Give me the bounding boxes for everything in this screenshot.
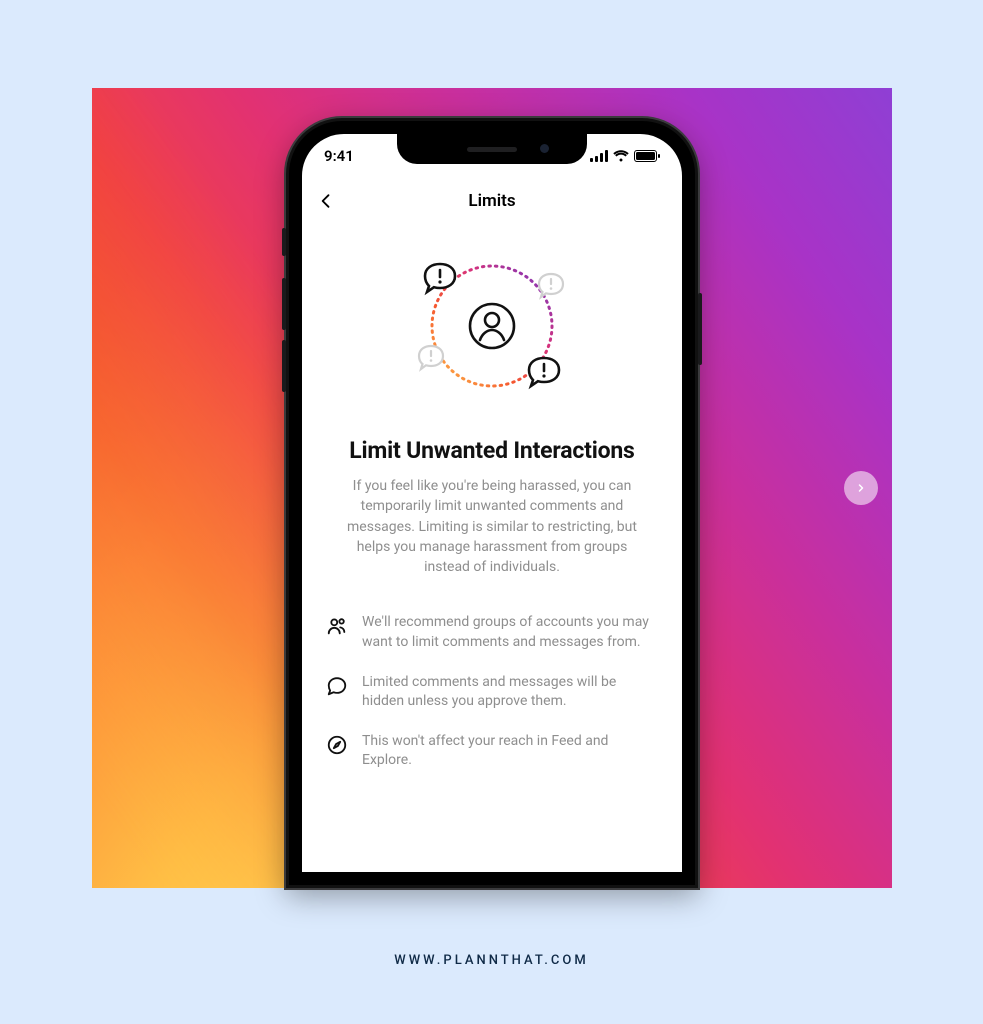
phone-volume-up: [282, 278, 286, 330]
bullet-text: This won't affect your reach in Feed and…: [362, 732, 658, 771]
chevron-left-icon: [316, 191, 336, 211]
phone-volume-down: [282, 340, 286, 392]
screen-title: Limits: [468, 191, 515, 211]
phone-screen: 9:41: [302, 134, 682, 872]
back-button[interactable]: [316, 191, 336, 211]
phone-camera: [540, 144, 549, 153]
phone-power-button: [698, 293, 702, 365]
footer-url: WWW.PLANNTHAT.COM: [0, 953, 983, 968]
wifi-icon: [613, 150, 629, 162]
status-indicators: [590, 150, 660, 162]
status-time: 9:41: [324, 147, 354, 165]
bullet-row: We'll recommend groups of accounts you m…: [326, 603, 658, 662]
promo-image-frame: 9:41: [92, 88, 892, 888]
bullet-row: This won't affect your reach in Feed and…: [326, 722, 658, 781]
chevron-right-icon: [855, 482, 867, 494]
subtext: If you feel like you're being harassed, …: [302, 464, 682, 597]
phone-notch: [397, 134, 587, 164]
bullet-text: We'll recommend groups of accounts you m…: [362, 613, 658, 652]
headline: Limit Unwanted Interactions: [302, 437, 682, 464]
people-icon: [326, 613, 348, 637]
bullet-text: Limited comments and messages will be hi…: [362, 673, 658, 712]
cellular-signal-icon: [590, 150, 608, 162]
comment-icon: [326, 673, 348, 697]
battery-icon: [634, 150, 660, 162]
carousel-next-button[interactable]: [844, 471, 878, 505]
compass-icon: [326, 732, 348, 756]
phone-mute-switch: [282, 228, 286, 256]
bullet-list: We'll recommend groups of accounts you m…: [302, 597, 682, 781]
hero-illustration: [302, 238, 682, 413]
phone-speaker: [467, 147, 517, 152]
bullet-row: Limited comments and messages will be hi…: [326, 663, 658, 722]
phone-mockup: 9:41: [286, 118, 698, 888]
screen-header: Limits: [302, 178, 682, 224]
